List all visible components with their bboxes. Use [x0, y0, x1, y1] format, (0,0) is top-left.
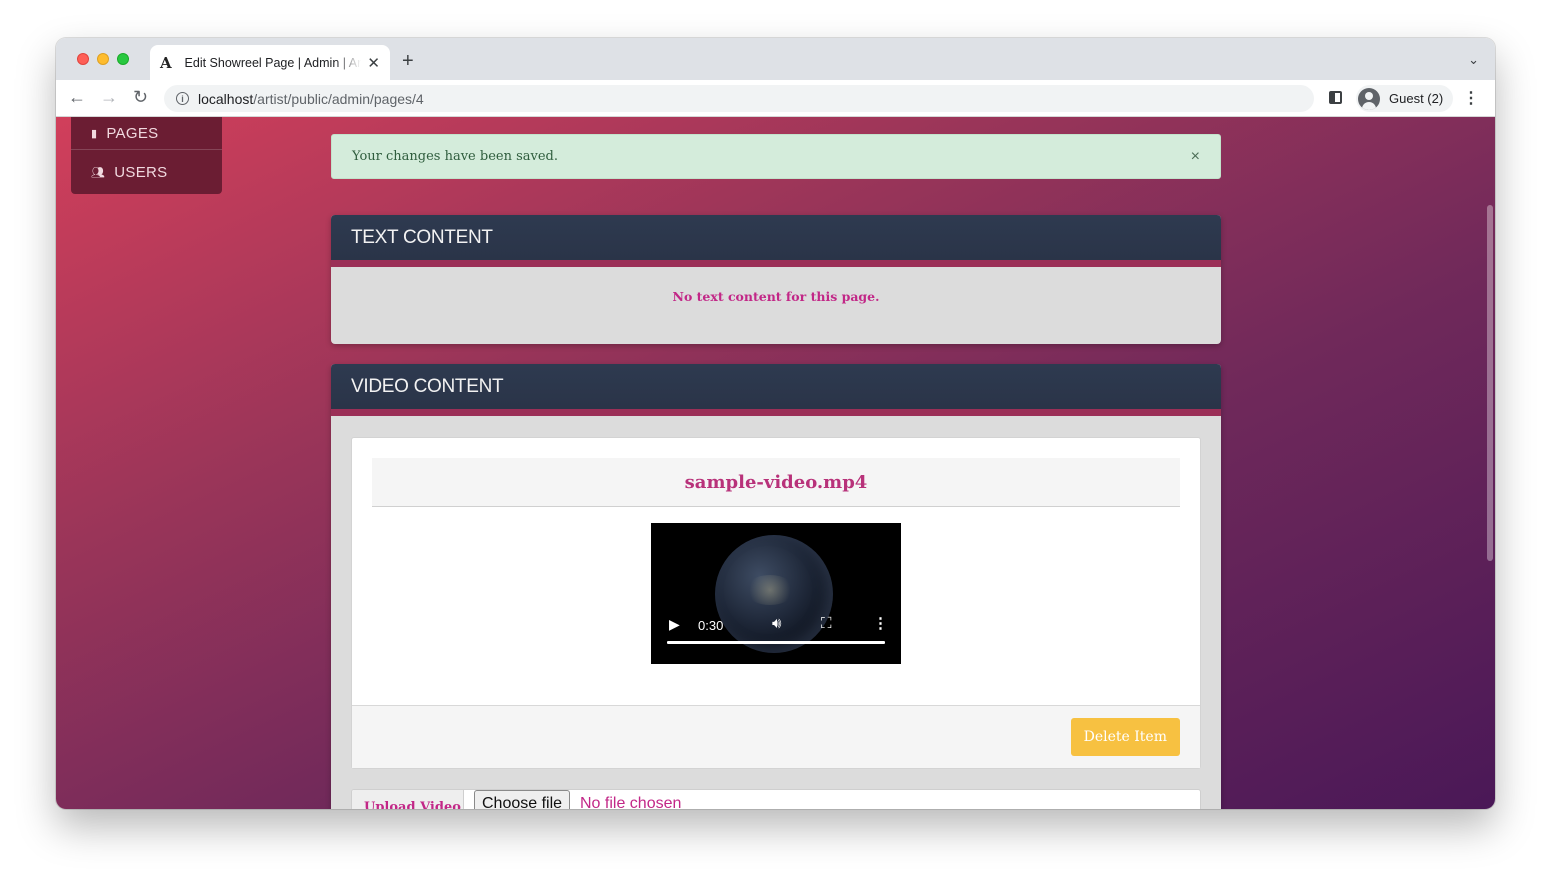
- tab-title: Edit Showreel Page | Admin | Artist: [184, 55, 362, 70]
- video-progress-fill: [667, 641, 885, 644]
- video-progress-bar[interactable]: [667, 641, 885, 644]
- maximize-window-button[interactable]: [117, 53, 129, 65]
- sidebar-item-pages[interactable]: ▮ PAGES: [71, 117, 222, 150]
- minimize-window-button[interactable]: [97, 53, 109, 65]
- success-alert: Your changes have been saved. ×: [331, 134, 1221, 179]
- browser-menu-icon[interactable]: ⋮: [1463, 88, 1479, 108]
- fullscreen-icon[interactable]: ⛶: [821, 615, 832, 632]
- admin-sidebar: ▮ PAGES 👥︎ USERS: [71, 117, 222, 194]
- page-viewport: ▮ PAGES 👥︎ USERS Your changes have been …: [56, 117, 1495, 809]
- profile-button[interactable]: Guest (2): [1356, 85, 1454, 112]
- sidebar-item-users[interactable]: 👥︎ USERS: [71, 150, 222, 194]
- panel-title: VIDEO CONTENT: [331, 364, 1221, 416]
- video-content-panel: VIDEO CONTENT sample-video.mp4 ▶ 0:30 🔊︎…: [331, 364, 1221, 809]
- tab-search-chevron-icon[interactable]: ⌄: [1468, 52, 1479, 68]
- profile-label: Guest (2): [1389, 91, 1444, 106]
- browser-window: A Edit Showreel Page | Admin | Artist ✕ …: [56, 38, 1495, 809]
- users-icon: 👥︎: [91, 166, 106, 179]
- url-path: /artist/public/admin/pages/4: [253, 90, 424, 107]
- avatar-icon: [1358, 87, 1380, 110]
- empty-state-message: No text content for this page.: [672, 289, 880, 304]
- page-scrollbar[interactable]: [1487, 205, 1493, 561]
- forward-arrow-icon[interactable]: →: [100, 87, 118, 108]
- url-host: localhost: [198, 90, 254, 107]
- text-content-panel: TEXT CONTENT No text content for this pa…: [331, 215, 1221, 344]
- browser-toolbar: ← → ↻ i localhost/artist/public/admin/pa…: [56, 80, 1495, 117]
- file-status-text: No file chosen: [580, 795, 682, 809]
- panel-title: TEXT CONTENT: [331, 215, 1221, 267]
- video-time: 0:30: [698, 618, 724, 633]
- volume-icon[interactable]: 🔊︎: [772, 615, 781, 632]
- site-favicon-icon: A: [160, 53, 172, 72]
- video-player[interactable]: ▶ 0:30 🔊︎ ⛶ ⋮: [651, 523, 901, 664]
- url-text: localhost/artist/public/admin/pages/4: [198, 91, 424, 107]
- delete-item-button[interactable]: Delete Item: [1070, 718, 1180, 756]
- upload-video-label: Upload Video: [352, 790, 464, 809]
- alert-message: Your changes have been saved.: [352, 149, 559, 164]
- video-card-footer: Delete Item: [352, 705, 1200, 768]
- more-options-icon[interactable]: ⋮: [873, 614, 888, 632]
- new-tab-button[interactable]: +: [402, 50, 414, 73]
- video-item-card: sample-video.mp4 ▶ 0:30 🔊︎ ⛶ ⋮ Delete It…: [351, 437, 1201, 769]
- tab-strip: A Edit Showreel Page | Admin | Artist ✕ …: [56, 38, 1495, 80]
- side-panel-icon[interactable]: [1329, 91, 1342, 104]
- document-icon: ▮: [91, 127, 98, 140]
- reload-icon[interactable]: ↻: [133, 87, 148, 108]
- sidebar-item-label: PAGES: [106, 124, 159, 142]
- sidebar-item-label: USERS: [114, 163, 168, 181]
- video-controls: ▶ 0:30 🔊︎ ⛶ ⋮: [651, 604, 901, 664]
- browser-tab-active[interactable]: A Edit Showreel Page | Admin | Artist ✕: [150, 45, 390, 80]
- play-icon[interactable]: ▶: [669, 616, 680, 633]
- upload-video-group: Upload Video Choose file No file chosen: [351, 789, 1201, 809]
- site-info-icon[interactable]: i: [176, 92, 189, 105]
- close-window-button[interactable]: [77, 53, 89, 65]
- close-icon[interactable]: ×: [1191, 148, 1200, 166]
- choose-file-button[interactable]: Choose file: [474, 790, 571, 809]
- video-filename: sample-video.mp4: [372, 458, 1180, 507]
- close-tab-icon[interactable]: ✕: [367, 54, 380, 72]
- address-bar[interactable]: i localhost/artist/public/admin/pages/4: [164, 85, 1314, 112]
- back-arrow-icon[interactable]: ←: [68, 87, 86, 108]
